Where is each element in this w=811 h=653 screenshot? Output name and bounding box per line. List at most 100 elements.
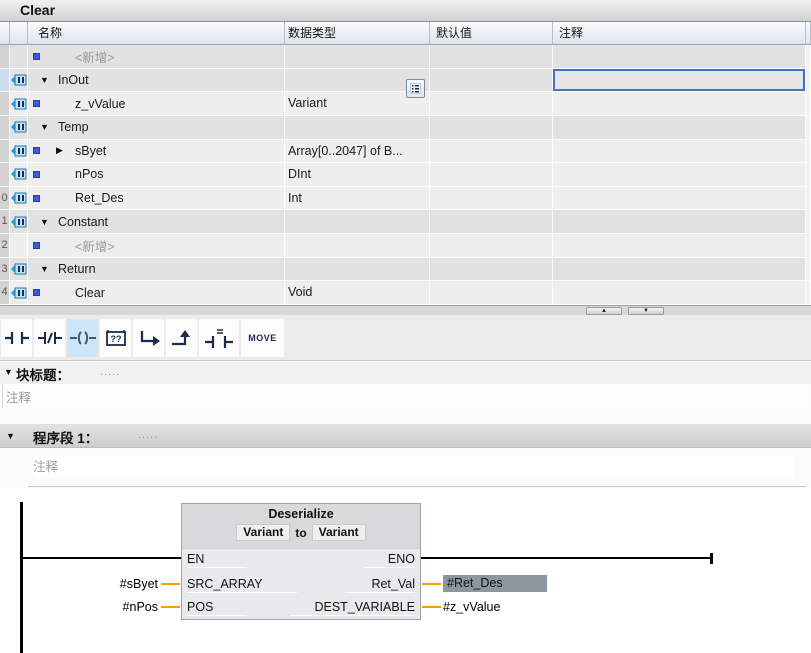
row-name[interactable]: z_vValue [75,97,126,111]
default-cell[interactable] [430,258,553,282]
insert-coil-button[interactable] [67,319,98,357]
type-cell[interactable] [285,116,430,140]
table-row[interactable]: 3 ▼ Return [0,258,811,282]
comment-cell[interactable] [553,140,806,164]
row-name[interactable]: sByet [75,144,106,158]
row-name[interactable]: Temp [58,120,89,134]
network-canvas[interactable]: Deserialize Variant to Variant EN SRC_AR… [0,488,811,653]
splitter-expand-down-button[interactable]: ▼ [628,307,664,315]
default-cell[interactable] [430,45,553,69]
pin-en[interactable]: EN [187,551,247,568]
row-name[interactable]: Ret_Des [75,191,124,205]
pin-eno[interactable]: ENO [365,551,415,568]
default-cell[interactable] [430,92,553,116]
name-cell[interactable]: <新增> [28,45,285,69]
pane-splitter[interactable]: ▲ ▼ [0,305,811,315]
default-cell[interactable] [430,187,553,211]
network-header[interactable]: ▼ 程序段 1： ..... [0,424,811,448]
table-row[interactable]: nPos DInt [0,163,811,187]
type-dropdown-left[interactable]: Variant [236,524,290,541]
header-data-type[interactable]: 数据类型 [285,22,430,44]
open-branch-button[interactable] [133,319,164,357]
type-cell[interactable]: Array[0..2047] of B... [285,140,430,164]
operand-ret-des-selected[interactable]: #Ret_Des [443,575,547,592]
collapse-icon[interactable]: ▼ [40,264,51,274]
collapse-icon[interactable]: ▼ [40,217,51,227]
comment-cell[interactable] [553,92,806,116]
insert-compare-button[interactable] [199,319,239,357]
type-dropdown-right[interactable]: Variant [312,524,366,541]
name-cell[interactable]: Ret_Des [28,187,285,211]
table-row[interactable]: <新增> [0,45,811,69]
table-row[interactable]: 0 Ret_Des Int [0,187,811,211]
comment-cell[interactable] [553,163,806,187]
header-name[interactable]: 名称 [28,22,285,44]
type-cell[interactable] [285,234,430,258]
collapse-icon[interactable]: ▼ [40,122,51,132]
row-name[interactable]: Return [58,262,96,276]
type-cell[interactable]: Int [285,187,430,211]
close-branch-button[interactable] [166,319,197,357]
network-title-placeholder[interactable]: ..... [138,429,158,441]
name-cell[interactable]: ▼ Return [28,258,285,282]
table-row[interactable]: ▼ Temp [0,116,811,140]
collapse-icon[interactable]: ▼ [40,75,51,85]
instruction-name[interactable]: Deserialize [182,504,420,521]
block-comment-field[interactable]: 注释 [2,384,808,408]
row-name[interactable]: InOut [58,73,89,87]
name-cell[interactable]: ▼ Temp [28,116,285,140]
comment-cell[interactable] [553,187,806,211]
insert-no-contact-button[interactable] [1,319,32,357]
type-cell[interactable] [285,210,430,234]
default-cell[interactable] [430,163,553,187]
default-cell[interactable] [430,69,553,93]
pin-dest-variable[interactable]: DEST_VARIABLE [290,599,415,616]
default-cell[interactable] [430,210,553,234]
table-row[interactable]: 2 <新增> [0,234,811,258]
table-row[interactable]: ▶ sByet Array[0..2047] of B... [0,140,811,164]
header-default-value[interactable]: 默认值 [430,22,553,44]
row-name[interactable]: <新增> [75,236,115,255]
comment-cell[interactable] [553,210,806,234]
row-name[interactable]: Clear [75,286,105,300]
row-name[interactable]: nPos [75,167,104,181]
insert-nc-contact-button[interactable] [34,319,65,357]
operand-npos[interactable]: #nPos [40,599,158,616]
name-cell[interactable]: nPos [28,163,285,187]
expand-icon[interactable]: ▶ [56,145,67,156]
comment-cell[interactable] [553,234,806,258]
name-cell[interactable]: <新增> [28,234,285,258]
comment-cell[interactable] [553,45,806,69]
name-cell[interactable]: ▶ sByet [28,140,285,164]
row-name[interactable]: <新增> [75,47,115,66]
default-cell[interactable] [430,281,553,305]
collapse-icon[interactable]: ▼ [4,367,13,377]
detail-view-button[interactable] [406,79,425,98]
name-cell[interactable]: ▼ InOut [28,69,285,93]
operand-z-vvalue[interactable]: #z_vValue [443,599,500,616]
operand-sbyet[interactable]: #sByet [40,576,158,593]
splitter-expand-up-button[interactable]: ▲ [586,307,622,315]
type-cell[interactable] [285,258,430,282]
type-cell[interactable]: Void [285,281,430,305]
default-cell[interactable] [430,234,553,258]
comment-cell[interactable] [553,281,806,305]
row-name[interactable]: Constant [58,215,108,229]
name-cell[interactable]: z_vValue [28,92,285,116]
block-title-placeholder[interactable]: ..... [100,366,120,378]
table-row[interactable]: 4 Clear Void [0,281,811,305]
pin-src-array[interactable]: SRC_ARRAY [187,576,297,593]
header-comment[interactable]: 注释 [553,22,806,44]
comment-cell[interactable] [553,116,806,140]
comment-cell[interactable] [553,258,806,282]
network-comment-field[interactable]: 注释 [33,456,793,478]
name-cell[interactable]: ▼ Constant [28,210,285,234]
type-cell[interactable] [285,45,430,69]
pin-ret-val[interactable]: Ret_Val [345,576,415,593]
default-cell[interactable] [430,140,553,164]
insert-empty-box-button[interactable]: ?? [100,319,131,357]
default-cell[interactable] [430,116,553,140]
comment-cell-selected[interactable] [553,69,806,93]
pin-pos[interactable]: POS [187,599,247,616]
collapse-icon[interactable]: ▼ [6,431,15,441]
